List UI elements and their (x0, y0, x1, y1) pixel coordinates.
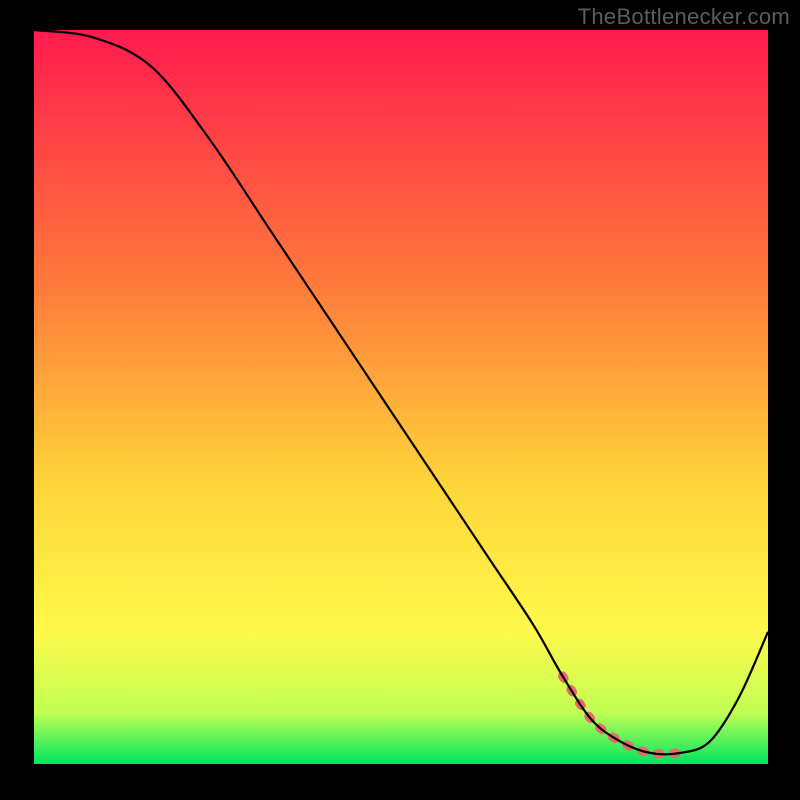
plot-area (34, 30, 768, 764)
gradient-background (34, 30, 768, 764)
watermark-text: TheBottlenecker.com (578, 4, 790, 30)
chart-svg (34, 30, 768, 764)
chart-frame: { "watermark": "TheBottlenecker.com", "c… (0, 0, 800, 800)
